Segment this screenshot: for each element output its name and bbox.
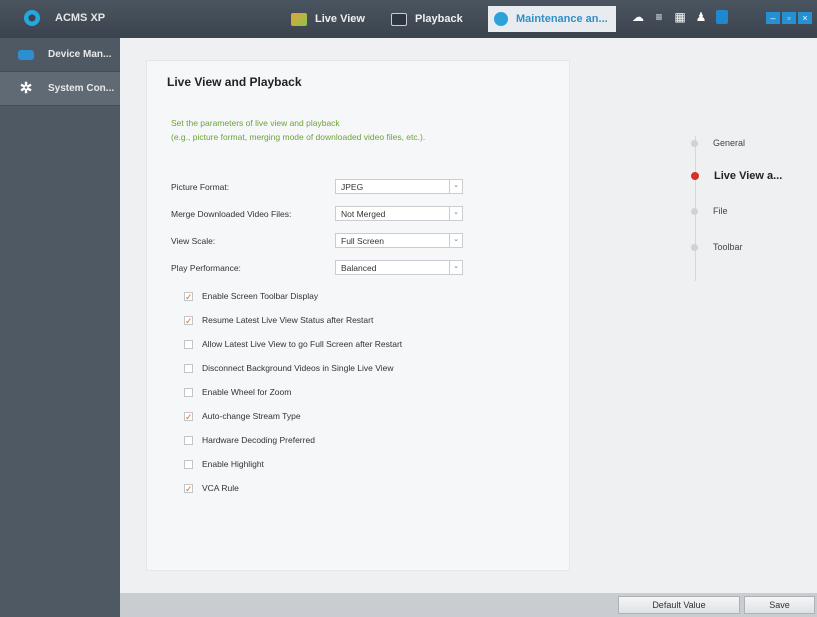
step-dot-icon — [691, 207, 698, 215]
footer-bar: Default Value Save — [120, 593, 817, 617]
view-scale-label: View Scale: — [171, 235, 216, 246]
chevron-down-icon: ⌄ — [449, 207, 462, 220]
picture-format-select[interactable]: JPEG ⌄ — [335, 179, 463, 194]
play-performance-row: Play Performance: Balanced ⌄ — [171, 260, 463, 275]
settings-panel: Live View and Playback Set the parameter… — [146, 60, 570, 571]
step-dot-icon — [691, 139, 698, 147]
checkbox-label: Enable Highlight — [202, 459, 264, 469]
grid-icon[interactable]: ▦ — [674, 10, 686, 24]
step-label: Live View a... — [714, 170, 783, 182]
checkbox-box[interactable] — [184, 387, 193, 397]
checkbox-vca-rule[interactable]: ✓ VCA Rule — [184, 481, 239, 495]
checkbox-full-screen-restart[interactable]: Allow Latest Live View to go Full Screen… — [184, 337, 402, 351]
checkbox-hardware-decoding[interactable]: Hardware Decoding Preferred — [184, 433, 315, 447]
checkbox-box[interactable] — [184, 435, 193, 445]
sidebar: Device Man... ✲ System Con... — [0, 38, 120, 617]
checkbox-highlight[interactable]: Enable Highlight — [184, 457, 264, 471]
checkbox-screen-toolbar[interactable]: ✓ Enable Screen Toolbar Display — [184, 289, 318, 303]
merge-files-select[interactable]: Not Merged ⌄ — [335, 206, 463, 221]
title-bar: ACMS XP Live View Playback Maintenance a… — [0, 0, 817, 38]
tab-maintenance-label: Maintenance an... — [516, 13, 608, 25]
step-label: File — [713, 206, 728, 216]
close-button[interactable]: × — [798, 12, 812, 24]
lock-icon[interactable] — [716, 10, 728, 24]
checkbox-label: Auto-change Stream Type — [202, 411, 301, 421]
user-icon[interactable]: ♟ — [695, 10, 707, 24]
sidebar-item-label: Device Man... — [48, 49, 112, 60]
tab-playback[interactable]: Playback — [385, 6, 469, 32]
maximize-button[interactable]: ▫ — [782, 12, 796, 24]
checkbox-wheel-zoom[interactable]: Enable Wheel for Zoom — [184, 385, 291, 399]
main-content: Live View and Playback Set the parameter… — [120, 38, 817, 593]
view-scale-row: View Scale: Full Screen ⌄ — [171, 233, 463, 248]
play-performance-label: Play Performance: — [171, 262, 241, 273]
window-controls: – ▫ × — [766, 12, 812, 24]
checkbox-disconnect-background[interactable]: Disconnect Background Videos in Single L… — [184, 361, 394, 375]
step-dot-icon — [691, 172, 699, 180]
maintenance-icon — [494, 12, 508, 26]
cloud-icon[interactable]: ☁ — [632, 10, 644, 24]
menu-icon[interactable]: ≡ — [653, 10, 665, 24]
sidebar-item-system-configuration[interactable]: ✲ System Con... — [0, 72, 120, 106]
view-scale-value: Full Screen — [341, 235, 384, 246]
checkbox-label: Disconnect Background Videos in Single L… — [202, 363, 394, 373]
minimize-button[interactable]: – — [766, 12, 780, 24]
view-scale-select[interactable]: Full Screen ⌄ — [335, 233, 463, 248]
merge-files-value: Not Merged — [341, 208, 386, 219]
app-title: ACMS XP — [55, 12, 106, 24]
step-toolbar[interactable]: Toolbar — [691, 242, 743, 252]
checkbox-label: Resume Latest Live View Status after Res… — [202, 315, 374, 325]
chevron-down-icon: ⌄ — [449, 261, 462, 274]
checkbox-box[interactable] — [184, 339, 193, 349]
step-live-view[interactable]: Live View a... — [691, 170, 782, 182]
checkbox-label: Enable Wheel for Zoom — [202, 387, 292, 397]
picture-format-label: Picture Format: — [171, 181, 230, 192]
sidebar-item-label: System Con... — [48, 83, 115, 94]
gear-icon: ✲ — [19, 79, 33, 97]
checkbox-box[interactable]: ✓ — [184, 291, 193, 301]
tab-maintenance[interactable]: Maintenance an... — [488, 6, 616, 32]
live-view-icon — [291, 12, 307, 26]
checkbox-box[interactable]: ✓ — [184, 483, 193, 493]
tab-live-view-label: Live View — [315, 13, 365, 25]
chevron-down-icon: ⌄ — [449, 180, 462, 193]
panel-description: Set the parameters of live view and play… — [171, 116, 425, 144]
sidebar-item-device-management[interactable]: Device Man... — [0, 38, 120, 72]
play-performance-select[interactable]: Balanced ⌄ — [335, 260, 463, 275]
description-line-1: Set the parameters of live view and play… — [171, 118, 340, 128]
step-general[interactable]: General — [691, 138, 745, 148]
picture-format-value: JPEG — [341, 181, 364, 192]
description-line-2: (e.g., picture format, merging mode of d… — [171, 132, 426, 142]
tab-live-view[interactable]: Live View — [285, 6, 371, 32]
checkbox-resume-live-view[interactable]: ✓ Resume Latest Live View Status after R… — [184, 313, 373, 327]
checkbox-auto-stream[interactable]: ✓ Auto-change Stream Type — [184, 409, 301, 423]
play-performance-value: Balanced — [341, 262, 377, 273]
step-file[interactable]: File — [691, 206, 728, 216]
save-button[interactable]: Save — [744, 596, 815, 614]
chevron-down-icon: ⌄ — [449, 234, 462, 247]
checkbox-label: VCA Rule — [202, 483, 239, 493]
default-value-button[interactable]: Default Value — [618, 596, 740, 614]
app-logo-icon — [24, 10, 40, 26]
checkbox-box[interactable] — [184, 459, 193, 469]
playback-icon — [391, 12, 407, 26]
checkbox-label: Hardware Decoding Preferred — [202, 435, 315, 445]
step-dot-icon — [691, 243, 698, 251]
step-label: General — [713, 138, 746, 148]
device-icon — [18, 49, 34, 60]
checkbox-box[interactable]: ✓ — [184, 315, 193, 325]
merge-files-row: Merge Downloaded Video Files: Not Merged… — [171, 206, 463, 221]
step-label: Toolbar — [713, 242, 743, 252]
checkbox-label: Allow Latest Live View to go Full Screen… — [202, 339, 403, 349]
checkbox-label: Enable Screen Toolbar Display — [202, 291, 319, 301]
checkbox-box[interactable]: ✓ — [184, 411, 193, 421]
toolbar-icons: ☁ ≡ ▦ ♟ — [632, 10, 728, 24]
tab-playback-label: Playback — [415, 13, 463, 25]
picture-format-row: Picture Format: JPEG ⌄ — [171, 179, 463, 194]
merge-files-label: Merge Downloaded Video Files: — [171, 208, 292, 219]
checkbox-box[interactable] — [184, 363, 193, 373]
panel-title: Live View and Playback — [167, 75, 302, 89]
